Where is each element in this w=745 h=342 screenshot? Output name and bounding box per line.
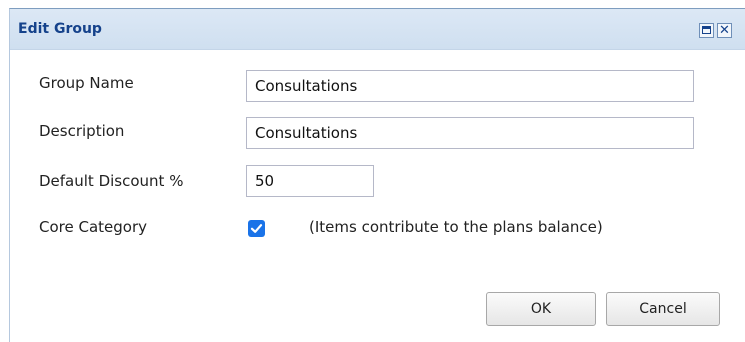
cancel-button[interactable]: Cancel [606,292,720,326]
core-category-note: (Items contribute to the plans balance) [309,218,603,236]
default-discount-input[interactable] [246,165,374,197]
dialog-title: Edit Group [18,21,102,37]
core-category-label: Core Category [39,218,148,236]
core-category-checkbox[interactable] [248,220,265,237]
description-label: Description [39,122,125,140]
group-name-input[interactable] [246,70,694,102]
edit-group-dialog: Edit Group ✕ Group Name Description Defa… [9,8,745,342]
checkmark-icon [250,224,263,233]
maximize-icon[interactable] [699,23,714,38]
group-name-label: Group Name [39,74,134,92]
default-discount-label: Default Discount % [39,172,184,190]
ok-button[interactable]: OK [486,292,596,326]
description-input[interactable] [246,117,694,149]
dialog-titlebar[interactable]: Edit Group ✕ [10,9,745,50]
close-icon[interactable]: ✕ [717,23,732,38]
